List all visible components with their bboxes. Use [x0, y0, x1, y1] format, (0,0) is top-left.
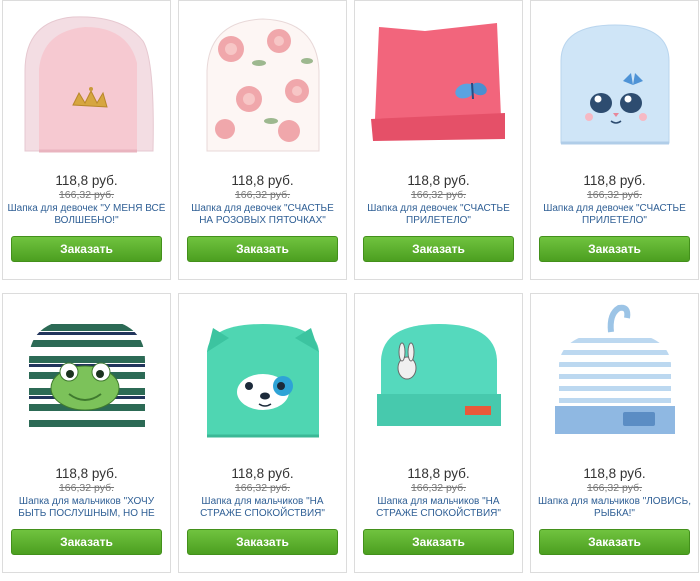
product-card[interactable]: 118,8 руб. 166,32 руб. Шапка для девочек…: [2, 0, 171, 280]
product-name-link[interactable]: Шапка для девочек "У МЕНЯ ВСЁ ВОЛШЕБНО!": [7, 203, 166, 229]
product-price: 118,8 руб.: [583, 173, 646, 188]
product-name-link[interactable]: Шапка для мальчиков "НА СТРАЖЕ СПОКОЙСТВ…: [359, 496, 518, 522]
product-price: 118,8 руб.: [407, 466, 470, 481]
product-image-mint-bunny-hat[interactable]: [355, 294, 522, 464]
product-old-price: 166,32 руб.: [234, 189, 291, 201]
product-old-price: 166,32 руб.: [586, 189, 643, 201]
product-price: 118,8 руб.: [231, 466, 294, 481]
order-button[interactable]: Заказать: [11, 236, 162, 262]
product-price: 118,8 руб.: [55, 466, 118, 481]
product-card[interactable]: 118,8 руб. 166,32 руб. Шапка для девочек…: [530, 0, 699, 280]
product-image-floral-hat[interactable]: [179, 1, 346, 171]
product-name-link[interactable]: Шапка для девочек "СЧАСТЬЕ ПРИЛЕТЕЛО": [535, 203, 694, 229]
product-name-link[interactable]: Шапка для мальчиков "ЛОВИСЬ, РЫБКА!": [535, 496, 694, 522]
product-price: 118,8 руб.: [55, 173, 118, 188]
product-old-price: 166,32 руб.: [58, 189, 115, 201]
product-card[interactable]: 118,8 руб. 166,32 руб. Шапка для мальчик…: [354, 293, 523, 573]
product-image-mint-dog-hat[interactable]: [179, 294, 346, 464]
order-button[interactable]: Заказать: [187, 236, 338, 262]
product-image-pink-crown-hat[interactable]: [3, 1, 170, 171]
order-button[interactable]: Заказать: [11, 529, 162, 555]
product-card[interactable]: 118,8 руб. 166,32 руб. Шапка для девочек…: [354, 0, 523, 280]
product-card[interactable]: 118,8 руб. 166,32 руб. Шапка для мальчик…: [530, 293, 699, 573]
product-old-price: 166,32 руб.: [58, 482, 115, 494]
product-image-blue-cat-hat[interactable]: [531, 1, 698, 171]
product-name-link[interactable]: Шапка для девочек "СЧАСТЬЕ НА РОЗОВЫХ ПЯ…: [183, 203, 342, 229]
product-image-striped-frog-hat[interactable]: [3, 294, 170, 464]
product-old-price: 166,32 руб.: [234, 482, 291, 494]
product-card[interactable]: 118,8 руб. 166,32 руб. Шапка для девочек…: [178, 0, 347, 280]
product-price: 118,8 руб.: [231, 173, 294, 188]
frog-face-icon: [50, 362, 120, 411]
product-price: 118,8 руб.: [407, 173, 470, 188]
product-card[interactable]: 118,8 руб. 166,32 руб. Шапка для мальчик…: [2, 293, 171, 573]
order-button[interactable]: Заказать: [539, 236, 690, 262]
product-name-link[interactable]: Шапка для мальчиков "НА СТРАЖЕ СПОКОЙСТВ…: [183, 496, 342, 522]
product-old-price: 166,32 руб.: [410, 189, 467, 201]
product-old-price: 166,32 руб.: [410, 482, 467, 494]
product-price: 118,8 руб.: [583, 466, 646, 481]
product-old-price: 166,32 руб.: [586, 482, 643, 494]
order-button[interactable]: Заказать: [187, 529, 338, 555]
product-name-link[interactable]: Шапка для мальчиков "ХОЧУ БЫТЬ ПОСЛУШНЫМ…: [7, 496, 166, 522]
product-name-link[interactable]: Шапка для девочек "СЧАСТЬЕ ПРИЛЕТЕЛО": [359, 203, 518, 229]
order-button[interactable]: Заказать: [363, 529, 514, 555]
product-image-blue-striped-knot-hat[interactable]: [531, 294, 698, 464]
product-card[interactable]: 118,8 руб. 166,32 руб. Шапка для мальчик…: [178, 293, 347, 573]
order-button[interactable]: Заказать: [363, 236, 514, 262]
order-button[interactable]: Заказать: [539, 529, 690, 555]
product-image-coral-butterfly-hat[interactable]: [355, 1, 522, 171]
